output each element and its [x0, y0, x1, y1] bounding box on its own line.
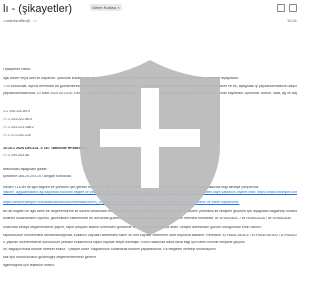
email-header: lı - (şikayetler) Gelen Kutusu × <oalert… [0, 0, 300, 28]
sender-address: <oalertsniffer@…> [3, 18, 37, 23]
email-subject: lı - (şikayetler) [3, 3, 73, 15]
sender-row: <oalertsniffer@…> 10:41 [0, 17, 300, 26]
folder-chip[interactable]: Gelen Kutusu × [90, 4, 122, 11]
shield-watermark [80, 60, 220, 235]
body-line: il, yapılan incelemelerde sunucunun yetk… [3, 241, 246, 244]
body-line: ilgilendiğiniz için teşekkür ederiz. [3, 264, 56, 267]
print-icon[interactable] [277, 4, 285, 12]
body-line: irli, sağlayıcınızla birlikte hareket ed… [3, 248, 217, 251]
open-in-new-icon[interactable] [289, 4, 297, 12]
header-actions [277, 4, 297, 12]
email-timestamp: 10:41 [286, 18, 297, 23]
body-line: kak için sunucunuzun güvenliğini değerle… [3, 256, 97, 259]
